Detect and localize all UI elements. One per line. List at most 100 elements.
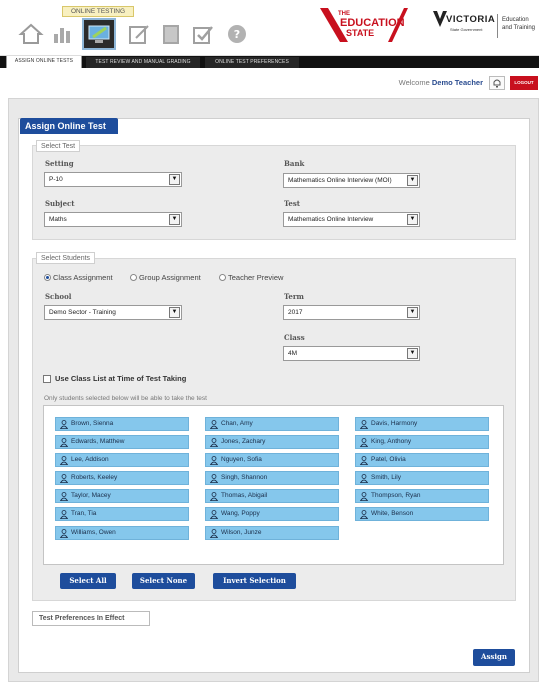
radio-label: Class Assignment bbox=[53, 273, 113, 282]
student-chip[interactable]: Smith, Lily bbox=[355, 471, 489, 485]
student-chip[interactable]: Edwards, Matthew bbox=[55, 435, 189, 449]
welcome-user: Demo Teacher bbox=[431, 78, 483, 87]
assign-button[interactable]: Assign bbox=[473, 649, 515, 666]
radio-teacher-preview[interactable]: Teacher Preview bbox=[219, 273, 283, 282]
student-chip[interactable]: Chan, Amy bbox=[205, 417, 339, 431]
student-name: Lee, Addison bbox=[71, 456, 109, 463]
school-value: Demo Sector - Training bbox=[49, 309, 116, 316]
subject-label: Subject bbox=[45, 199, 75, 208]
welcome-prefix: Welcome bbox=[398, 78, 430, 87]
student-chip[interactable]: Brown, Sienna bbox=[55, 417, 189, 431]
setting-select[interactable]: P-10 ▼ bbox=[44, 172, 182, 187]
check-icon[interactable] bbox=[190, 22, 216, 46]
student-chip[interactable]: Wilson, Junze bbox=[205, 526, 339, 540]
radio-class-assignment[interactable]: Class Assignment bbox=[44, 273, 113, 282]
education-state-logo: THE EDUCATION STATE bbox=[318, 4, 410, 46]
person-icon bbox=[209, 438, 219, 447]
person-icon bbox=[209, 456, 219, 465]
chevron-down-icon: ▼ bbox=[407, 307, 418, 318]
student-chip[interactable]: Lee, Addison bbox=[55, 453, 189, 467]
student-chip[interactable]: Jones, Zachary bbox=[205, 435, 339, 449]
tab-online-test-preferences[interactable]: ONLINE TEST PREFERENCES bbox=[205, 57, 299, 68]
tab-test-review[interactable]: TEST REVIEW AND MANUAL GRADING bbox=[86, 57, 200, 68]
radio-group-assignment[interactable]: Group Assignment bbox=[130, 273, 201, 282]
logout-button[interactable]: LOGOUT bbox=[510, 76, 538, 90]
student-chip[interactable]: Williams, Owen bbox=[55, 526, 189, 540]
student-chip[interactable]: Wang, Poppy bbox=[205, 507, 339, 521]
department-name: Education and Training bbox=[502, 17, 536, 31]
bank-select[interactable]: Mathematics Online Interview (MOI) ▼ bbox=[283, 173, 420, 188]
setting-value: P-10 bbox=[49, 176, 63, 183]
select-students-title: Select Students bbox=[36, 252, 96, 264]
student-name: Chan, Amy bbox=[221, 420, 253, 427]
test-label: Test bbox=[284, 199, 301, 208]
person-icon bbox=[59, 420, 69, 429]
test-preferences-toggle[interactable]: Test Preferences In Effect bbox=[32, 611, 150, 626]
help-icon[interactable]: ? bbox=[224, 22, 250, 46]
student-name: Edwards, Matthew bbox=[71, 438, 125, 445]
chevron-down-icon: ▼ bbox=[407, 348, 418, 359]
person-icon bbox=[209, 492, 219, 501]
student-name: Singh, Shannon bbox=[221, 474, 268, 481]
student-name: White, Benson bbox=[371, 510, 414, 517]
student-chip[interactable]: Taylor, Macey bbox=[55, 489, 189, 503]
school-select[interactable]: Demo Sector - Training ▼ bbox=[44, 305, 182, 320]
person-icon bbox=[209, 420, 219, 429]
person-icon bbox=[209, 529, 219, 538]
student-name: Patel, Olivia bbox=[371, 456, 406, 463]
select-none-button[interactable]: Select None bbox=[132, 573, 195, 589]
student-chip[interactable]: Thompson, Ryan bbox=[355, 489, 489, 503]
radio-label: Teacher Preview bbox=[228, 273, 284, 282]
term-select[interactable]: 2017 ▼ bbox=[283, 305, 420, 320]
student-chip[interactable]: Patel, Olivia bbox=[355, 453, 489, 467]
welcome-bar: Welcome Demo Teacher LOGOUT bbox=[0, 68, 539, 98]
use-class-list-checkbox[interactable] bbox=[43, 375, 51, 383]
select-test-title: Select Test bbox=[36, 140, 81, 152]
subject-select[interactable]: Maths ▼ bbox=[44, 212, 182, 227]
chevron-down-icon: ▼ bbox=[169, 214, 180, 225]
svg-text:?: ? bbox=[234, 28, 240, 41]
class-label: Class bbox=[284, 333, 305, 342]
home-icon[interactable] bbox=[18, 22, 44, 46]
test-select[interactable]: Mathematics Online Interview ▼ bbox=[283, 212, 420, 227]
invert-selection-button[interactable]: Invert Selection bbox=[213, 573, 296, 589]
student-chip[interactable]: Nguyen, Sofia bbox=[205, 453, 339, 467]
notification-bell-icon[interactable] bbox=[489, 76, 505, 90]
student-chip[interactable]: Davis, Harmony bbox=[355, 417, 489, 431]
tab-assign-online-tests[interactable]: ASSIGN ONLINE TESTS bbox=[6, 56, 82, 68]
radio-label: Group Assignment bbox=[139, 273, 201, 282]
student-chip[interactable]: Roberts, Keeley bbox=[55, 471, 189, 485]
person-icon bbox=[359, 438, 369, 447]
student-chip[interactable]: Thomas, Abigail bbox=[205, 489, 339, 503]
person-icon bbox=[359, 474, 369, 483]
chevron-down-icon: ▼ bbox=[407, 175, 418, 186]
person-icon bbox=[59, 474, 69, 483]
online-testing-icon[interactable] bbox=[82, 18, 116, 50]
student-name: Jones, Zachary bbox=[221, 438, 266, 445]
student-name: Brown, Sienna bbox=[71, 420, 114, 427]
person-icon bbox=[359, 420, 369, 429]
student-chip[interactable]: Tran, Tia bbox=[55, 507, 189, 521]
class-select[interactable]: 4M ▼ bbox=[283, 346, 420, 361]
person-icon bbox=[209, 510, 219, 519]
student-chip[interactable]: King, Anthony bbox=[355, 435, 489, 449]
chart-icon[interactable] bbox=[50, 22, 76, 46]
student-chip[interactable]: White, Benson bbox=[355, 507, 489, 521]
class-value: 4M bbox=[288, 350, 298, 357]
student-name: Davis, Harmony bbox=[371, 420, 418, 427]
student-chip[interactable]: Singh, Shannon bbox=[205, 471, 339, 485]
student-name: Wang, Poppy bbox=[221, 510, 260, 517]
test-value: Mathematics Online Interview bbox=[288, 216, 374, 223]
book-icon[interactable] bbox=[158, 22, 184, 46]
student-name: Thomas, Abigail bbox=[221, 492, 268, 499]
student-name: Nguyen, Sofia bbox=[221, 456, 262, 463]
panel-title: Assign Online Test bbox=[20, 118, 118, 134]
select-all-button[interactable]: Select All bbox=[60, 573, 116, 589]
review-icon[interactable] bbox=[126, 22, 152, 46]
person-icon bbox=[59, 492, 69, 501]
person-icon bbox=[59, 438, 69, 447]
student-name: Thompson, Ryan bbox=[371, 492, 421, 499]
student-name: Roberts, Keeley bbox=[71, 474, 118, 481]
student-name: Williams, Owen bbox=[71, 529, 116, 536]
student-name: King, Anthony bbox=[371, 438, 412, 445]
